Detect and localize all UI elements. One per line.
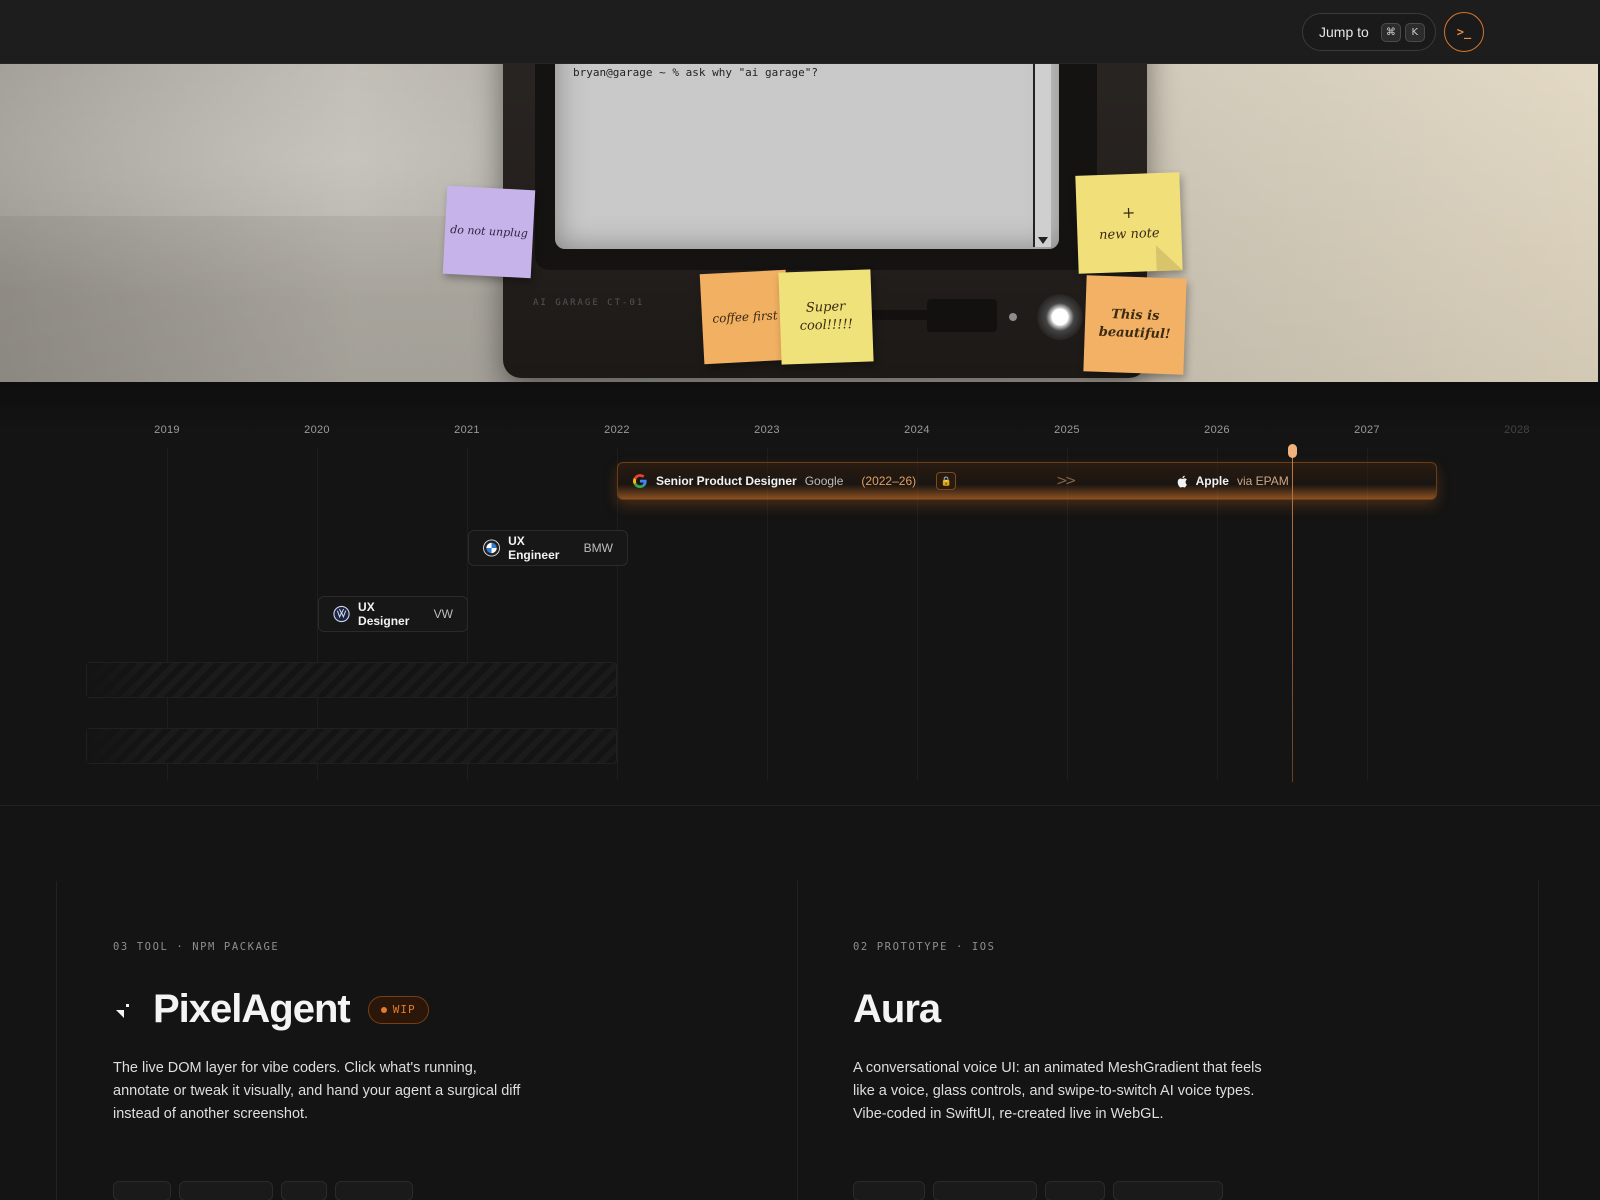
terminal-screen[interactable]: bryan@garage ~ % ask why "ai garage"? xyxy=(555,64,1059,249)
project-title-row: Aura xyxy=(853,987,941,1032)
project-card-pixelagent[interactable]: 03 TOOL · NPM PACKAGE PixelAgent WIP The… xyxy=(56,881,798,1200)
next-company-via: via EPAM xyxy=(1236,474,1289,488)
sticky-note-text: This is beautiful! xyxy=(1098,306,1171,343)
sticky-note-coffee-first[interactable]: coffee first xyxy=(699,269,791,365)
current-date-marker xyxy=(1292,448,1293,782)
tag-row xyxy=(113,1181,413,1200)
year-label: 2019 xyxy=(154,424,180,436)
job-role: Senior Product Designer xyxy=(656,474,797,488)
year-label: 2021 xyxy=(454,424,480,436)
new-note-label: new note xyxy=(1098,226,1160,244)
project-title: PixelAgent xyxy=(153,987,351,1031)
project-title: Aura xyxy=(853,987,941,1031)
hero-scene: bryan@garage ~ % ask why "ai garage"? AI… xyxy=(0,64,1598,382)
year-label: 2026 xyxy=(1204,424,1230,436)
job-company: BMW xyxy=(583,541,613,555)
sticky-note-super-cool[interactable]: Super cool!!!!! xyxy=(778,269,874,365)
project-description: A conversational voice UI: an animated M… xyxy=(853,1060,1262,1122)
vw-logo xyxy=(333,605,350,623)
next-employer: Apple via EPAM xyxy=(1176,474,1289,488)
terminal-button[interactable]: >_ xyxy=(1444,12,1484,52)
year-label: 2027 xyxy=(1354,424,1380,436)
tag[interactable] xyxy=(335,1181,413,1200)
chevron-double-right-icon: >> xyxy=(1056,473,1077,489)
job-google[interactable]: Senior Product Designer Google (2022–26)… xyxy=(617,462,1437,500)
bmw-logo xyxy=(483,539,501,557)
job-bmw[interactable]: UX Engineer BMW xyxy=(468,530,628,566)
cmd-key: ⌘ xyxy=(1380,22,1401,42)
page: Jump to ⌘ K >_ bryan@garage ~ % ask why … xyxy=(0,0,1600,1200)
tag[interactable] xyxy=(281,1181,327,1200)
job-vw[interactable]: UX Designer VW xyxy=(318,596,468,632)
wip-label: WIP xyxy=(392,1003,416,1016)
next-company: Apple xyxy=(1195,474,1229,488)
cursor-icon xyxy=(116,1003,129,1018)
sticky-note-text: coffee first xyxy=(712,307,778,326)
year-label: 2020 xyxy=(304,424,330,436)
lock-icon[interactable]: 🔒 xyxy=(936,472,957,490)
job-dates: (2022–26) xyxy=(861,474,917,488)
sticky-note-text: do not unplug xyxy=(449,223,529,241)
year-label: 2025 xyxy=(1054,424,1080,436)
jump-to-button[interactable]: Jump to ⌘ K xyxy=(1302,13,1436,51)
project-kicker: 03 TOOL · NPM PACKAGE xyxy=(113,941,280,953)
project-title-row: PixelAgent WIP xyxy=(113,987,429,1032)
screen-bezel: bryan@garage ~ % ask why "ai garage"? xyxy=(535,64,1097,270)
shortcut-keys: ⌘ K xyxy=(1380,22,1425,42)
job-role: UX Designer xyxy=(358,600,410,628)
year-label: 2028 xyxy=(1504,424,1530,436)
power-knob[interactable] xyxy=(1036,293,1084,341)
sticky-note-do-not-unplug[interactable]: do not unplug xyxy=(442,185,536,279)
terminal-prompt: bryan@garage ~ % ask why "ai garage"? xyxy=(573,66,819,79)
current-date-handle[interactable] xyxy=(1288,444,1297,458)
job-company: VW xyxy=(433,607,453,621)
tag-row xyxy=(853,1181,1223,1200)
plus-icon: + xyxy=(1121,202,1136,222)
new-note-button[interactable]: + new note xyxy=(1075,172,1183,274)
tag[interactable] xyxy=(853,1181,925,1200)
scroll-down-icon[interactable] xyxy=(1038,237,1048,244)
jump-to-label: Jump to xyxy=(1319,24,1369,40)
timeline-placeholder-bar xyxy=(86,728,617,764)
status-dot-icon xyxy=(380,1006,387,1013)
k-key: K xyxy=(1404,22,1425,42)
google-icon xyxy=(633,474,647,489)
tag[interactable] xyxy=(113,1181,171,1200)
year-label: 2022 xyxy=(604,424,630,436)
apple-icon xyxy=(1177,475,1187,487)
sticky-note-text: Super cool!!!!! xyxy=(799,299,854,334)
year-label: 2024 xyxy=(904,424,930,436)
wip-badge: WIP xyxy=(367,995,429,1024)
page-fold-icon xyxy=(1155,244,1183,272)
year-label: 2023 xyxy=(754,424,780,436)
terminal-icon: >_ xyxy=(1456,25,1472,39)
project-kicker: 02 PROTOTYPE · IOS xyxy=(853,941,996,953)
tag[interactable] xyxy=(1113,1181,1223,1200)
timeline-placeholder-bar xyxy=(86,662,617,698)
tag[interactable] xyxy=(933,1181,1037,1200)
power-led xyxy=(1009,313,1017,321)
disk-slot xyxy=(927,299,997,332)
projects-section: 03 TOOL · NPM PACKAGE PixelAgent WIP The… xyxy=(0,807,1600,1200)
terminal-scrollbar[interactable] xyxy=(1033,64,1051,247)
monitor-brand-label: AI GARAGE CT-01 xyxy=(533,298,645,308)
project-description: The live DOM layer for vibe coders. Clic… xyxy=(113,1060,521,1122)
career-timeline: 2019 2020 2021 2022 2023 2024 2025 2026 … xyxy=(0,382,1600,806)
job-role: UX Engineer xyxy=(508,534,560,562)
top-bar: Jump to ⌘ K >_ xyxy=(0,0,1600,64)
sticky-note-beautiful[interactable]: This is beautiful! xyxy=(1083,275,1187,375)
job-company: Google xyxy=(804,474,844,488)
project-card-aura[interactable]: 02 PROTOTYPE · IOS Aura A conversational… xyxy=(797,881,1539,1200)
tag[interactable] xyxy=(1045,1181,1105,1200)
tag[interactable] xyxy=(179,1181,273,1200)
